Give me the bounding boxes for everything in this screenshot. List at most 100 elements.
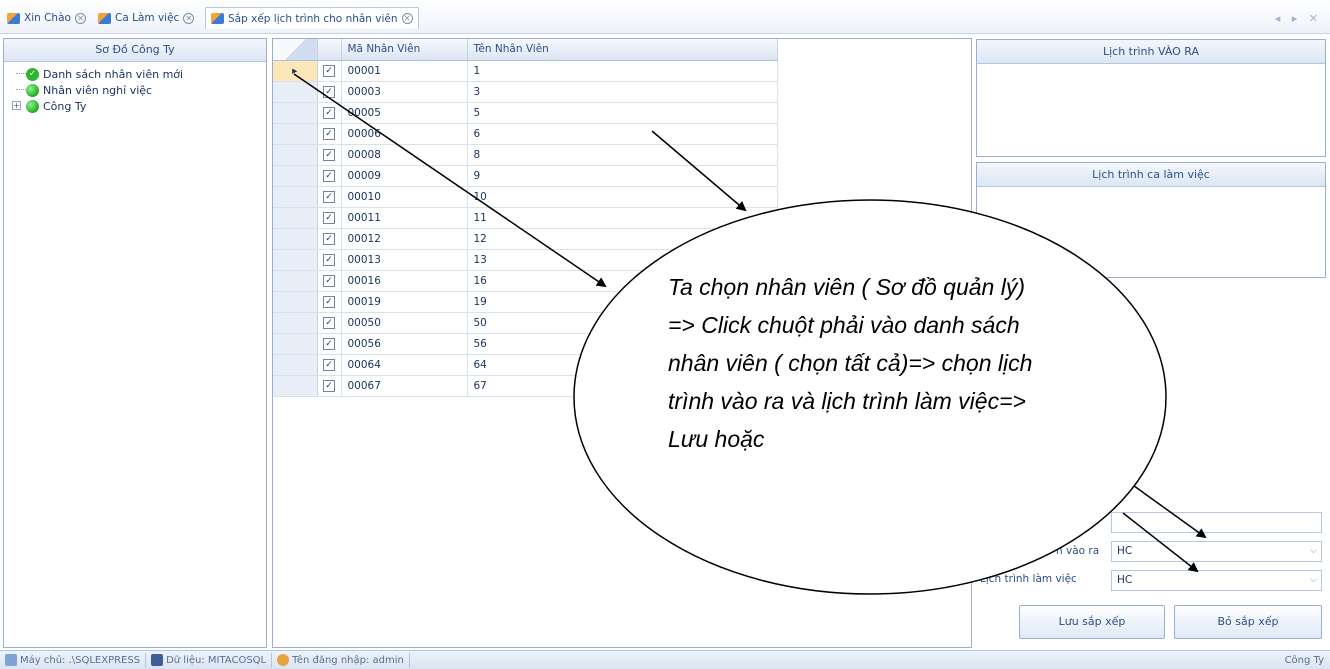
- row-checkbox[interactable]: ✓: [323, 149, 335, 161]
- cell-employee-id[interactable]: 00016: [341, 270, 468, 292]
- table-row[interactable]: ✓ 00013 13: [273, 249, 778, 271]
- column-header-name[interactable]: Tên Nhân Viên: [467, 39, 778, 61]
- user-icon: [277, 654, 290, 666]
- row-checkbox[interactable]: ✓: [323, 170, 335, 182]
- row-checkbox[interactable]: ✓: [323, 254, 335, 266]
- cell-employee-name[interactable]: 9: [467, 165, 778, 187]
- row-select-cell: ✓: [317, 102, 342, 124]
- select-column-header[interactable]: [317, 39, 342, 61]
- row-indicator[interactable]: [273, 333, 318, 355]
- cell-employee-id[interactable]: 00064: [341, 354, 468, 376]
- row-select-cell: ✓: [317, 165, 342, 187]
- cell-employee-id[interactable]: 00005: [341, 102, 468, 124]
- cell-employee-id[interactable]: 00067: [341, 375, 468, 397]
- save-schedule-button[interactable]: Lưu sắp xếp: [1019, 605, 1165, 639]
- table-row[interactable]: ✓ 00012 12: [273, 228, 778, 250]
- cell-employee-id[interactable]: 00011: [341, 207, 468, 229]
- grid-corner[interactable]: [273, 39, 318, 61]
- tab-sap-xep-lich-trinh[interactable]: Sắp xếp lịch trình cho nhân viên ✕: [205, 7, 419, 29]
- cell-employee-name[interactable]: 12: [467, 228, 778, 250]
- cell-employee-name[interactable]: 6: [467, 123, 778, 145]
- table-row[interactable]: ✓ 00009 9: [273, 165, 778, 187]
- remove-schedule-button[interactable]: Bỏ sắp xếp: [1174, 605, 1322, 639]
- chevron-down-icon[interactable]: ⌵: [1310, 542, 1317, 561]
- close-icon[interactable]: ✕: [183, 12, 195, 24]
- cell-employee-name[interactable]: 11: [467, 207, 778, 229]
- table-row[interactable]: ✓ 00006 6: [273, 123, 778, 145]
- tab-label: Ca Làm việc: [115, 12, 180, 24]
- table-row[interactable]: ▸ ✓ 00001 1: [273, 60, 778, 82]
- cell-employee-name[interactable]: 10: [467, 186, 778, 208]
- blank-field[interactable]: [1111, 512, 1322, 533]
- table-row[interactable]: ✓ 00010 10: [273, 186, 778, 208]
- row-checkbox[interactable]: ✓: [323, 338, 335, 350]
- row-indicator[interactable]: [273, 375, 318, 397]
- row-indicator[interactable]: [273, 249, 318, 271]
- green-dot-icon: [26, 99, 39, 113]
- work-schedule-value: HC: [1117, 574, 1133, 586]
- cell-employee-id[interactable]: 00013: [341, 249, 468, 271]
- expand-icon[interactable]: +: [12, 101, 21, 110]
- row-indicator[interactable]: [273, 102, 318, 124]
- row-checkbox[interactable]: ✓: [323, 233, 335, 245]
- tab-nav-buttons[interactable]: ◂ ▸ ✕: [1275, 12, 1322, 25]
- cell-employee-id[interactable]: 00050: [341, 312, 468, 334]
- row-indicator[interactable]: [273, 270, 318, 292]
- row-checkbox[interactable]: ✓: [323, 317, 335, 329]
- row-indicator[interactable]: [273, 228, 318, 250]
- chevron-down-icon[interactable]: ⌵: [1310, 571, 1317, 590]
- row-checkbox[interactable]: ✓: [323, 380, 335, 392]
- row-checkbox[interactable]: ✓: [323, 65, 335, 77]
- status-server: Máy chủ: .\SQLEXPRESS: [0, 652, 147, 668]
- panel-title: Sơ Đồ Công Ty: [4, 39, 266, 62]
- close-icon[interactable]: ✕: [401, 13, 413, 24]
- row-indicator[interactable]: [273, 186, 318, 208]
- row-indicator[interactable]: [273, 81, 318, 103]
- cell-employee-id[interactable]: 00008: [341, 144, 468, 166]
- table-row[interactable]: ✓ 00003 3: [273, 81, 778, 103]
- tree-item-resigned[interactable]: Nhân viên nghỉ việc: [12, 82, 266, 98]
- row-checkbox[interactable]: ✓: [323, 296, 335, 308]
- cell-employee-name[interactable]: 8: [467, 144, 778, 166]
- row-indicator[interactable]: [273, 144, 318, 166]
- cell-employee-id[interactable]: 00003: [341, 81, 468, 103]
- cell-employee-name[interactable]: 5: [467, 102, 778, 124]
- row-indicator[interactable]: [273, 354, 318, 376]
- close-icon[interactable]: ✕: [74, 12, 86, 24]
- row-indicator[interactable]: [273, 123, 318, 145]
- cell-employee-id[interactable]: 00012: [341, 228, 468, 250]
- column-header-id[interactable]: Mã Nhân Viên: [341, 39, 468, 61]
- row-checkbox[interactable]: ✓: [323, 128, 335, 140]
- row-indicator[interactable]: [273, 291, 318, 313]
- row-indicator[interactable]: [273, 207, 318, 229]
- cell-employee-name[interactable]: 13: [467, 249, 778, 271]
- cell-employee-id[interactable]: 00019: [341, 291, 468, 313]
- cell-employee-name[interactable]: 3: [467, 81, 778, 103]
- row-checkbox[interactable]: ✓: [323, 212, 335, 224]
- row-checkbox[interactable]: ✓: [323, 191, 335, 203]
- row-indicator[interactable]: [273, 165, 318, 187]
- row-checkbox[interactable]: ✓: [323, 107, 335, 119]
- cell-employee-id[interactable]: 00006: [341, 123, 468, 145]
- tab-xin-chao[interactable]: Xin Chào ✕: [2, 8, 91, 28]
- cell-employee-id[interactable]: 00009: [341, 165, 468, 187]
- tree-item-company[interactable]: + Công Ty: [12, 98, 266, 114]
- row-indicator[interactable]: ▸: [273, 60, 318, 82]
- tab-ca-lam-viec[interactable]: Ca Làm việc ✕: [93, 8, 199, 28]
- row-indicator[interactable]: [273, 312, 318, 334]
- row-checkbox[interactable]: ✓: [323, 86, 335, 98]
- row-checkbox[interactable]: ✓: [323, 275, 335, 287]
- row-checkbox[interactable]: ✓: [323, 359, 335, 371]
- table-row[interactable]: ✓ 00005 5: [273, 102, 778, 124]
- work-schedule-select[interactable]: HC ⌵: [1111, 570, 1322, 591]
- in-out-schedule-select[interactable]: HC ⌵: [1111, 541, 1322, 562]
- table-row[interactable]: ✓ 00008 8: [273, 144, 778, 166]
- tree-item-label: Danh sách nhân viên mới: [43, 67, 184, 81]
- status-database-text: Dữ liệu: MITACOSQL: [166, 654, 267, 666]
- tree-item-new-employees[interactable]: ✓ Danh sách nhân viên mới: [12, 66, 266, 82]
- cell-employee-name[interactable]: 1: [467, 60, 778, 82]
- cell-employee-id[interactable]: 00001: [341, 60, 468, 82]
- table-row[interactable]: ✓ 00011 11: [273, 207, 778, 229]
- cell-employee-id[interactable]: 00010: [341, 186, 468, 208]
- cell-employee-id[interactable]: 00056: [341, 333, 468, 355]
